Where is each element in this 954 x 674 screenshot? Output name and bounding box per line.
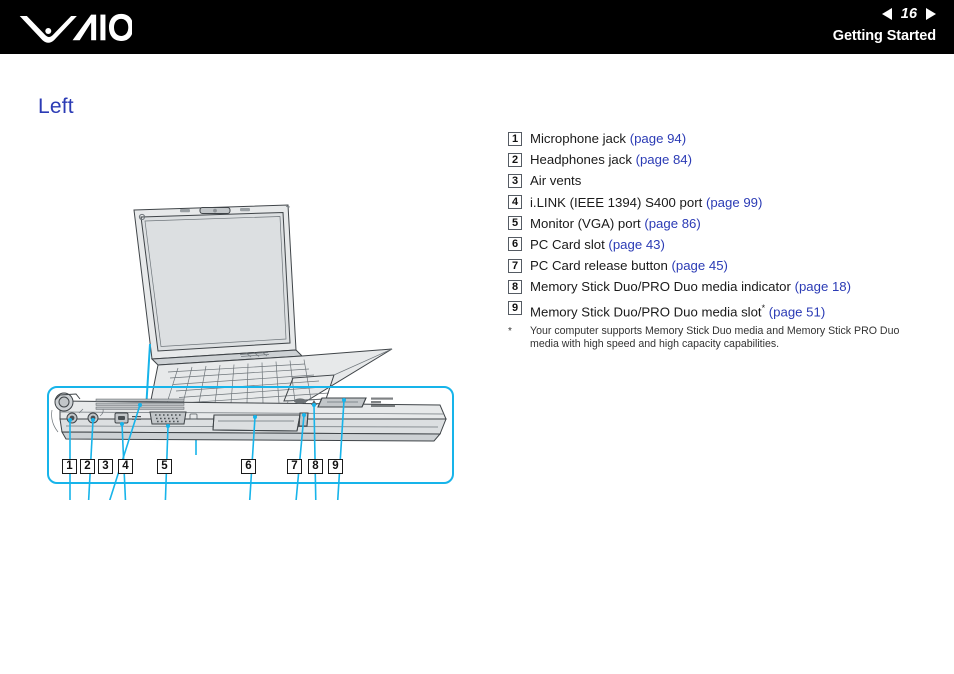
triangle-left-icon[interactable] <box>882 8 892 20</box>
legend-label: Microphone jack (page 94) <box>530 131 686 146</box>
memory-stick-logo <box>371 397 395 407</box>
legend-row: 8 Memory Stick Duo/PRO Duo media indicato… <box>508 279 928 294</box>
callout-7: 7 <box>287 459 302 474</box>
callout-8: 8 <box>308 459 323 474</box>
footnote-reference-mark: * <box>761 302 766 313</box>
legend-number-badge: 2 <box>508 152 522 167</box>
page-reference-link[interactable]: (page 51) <box>769 304 825 319</box>
footnote-text: Your computer supports Memory Stick Duo … <box>530 325 900 350</box>
page-reference-link[interactable]: (page 86) <box>644 216 700 231</box>
callout-6: 6 <box>241 459 256 474</box>
vaio-logo <box>19 13 132 43</box>
legend-label: Memory Stick Duo/PRO Duo media slot* (pa… <box>530 301 825 319</box>
legend-row: 1 Microphone jack (page 94) <box>508 131 928 146</box>
triangle-right-icon[interactable] <box>926 8 936 20</box>
port-legend-list: 1 Microphone jack (page 94) 2 Headphones ja… <box>508 131 928 325</box>
callout-4: 4 <box>118 459 133 474</box>
legend-row: 4 i.LINK (IEEE 1394) S400 port (page 99) <box>508 195 928 210</box>
page-reference-link[interactable]: (page 84) <box>636 152 692 167</box>
legend-label-text: PC Card release button <box>530 258 672 274</box>
page-reference-link[interactable]: (page 45) <box>671 258 727 273</box>
callout-1: 1 <box>62 459 77 474</box>
laptop-lid <box>133 204 297 360</box>
legend-label-text: Memory Stick Duo/PRO Duo media slot <box>530 303 762 319</box>
legend-row: 3 Air vents <box>508 173 928 188</box>
page-navigation: 16 Getting Started <box>833 5 936 44</box>
callout-3: 3 <box>98 459 113 474</box>
legend-row: 6 PC Card slot (page 43) <box>508 237 928 252</box>
legend-row: 9 Memory Stick Duo/PRO Duo media slot* (p… <box>508 301 928 319</box>
legend-row: 2 Headphones jack (page 84) <box>508 152 928 167</box>
legend-label: Memory Stick Duo/PRO Duo media indicator… <box>530 279 851 294</box>
legend-label: i.LINK (IEEE 1394) S400 port (page 99) <box>530 195 762 210</box>
page-reference-link[interactable]: (page 94) <box>630 131 686 146</box>
legend-number-badge: 6 <box>508 237 522 252</box>
section-title: Getting Started <box>832 28 936 44</box>
legend-label: Air vents <box>530 173 581 188</box>
page-header: 16 Getting Started <box>0 0 954 54</box>
legend-number-badge: 9 <box>508 301 522 315</box>
legend-number-badge: 4 <box>508 195 522 210</box>
legend-label-text: Headphones jack <box>530 152 636 168</box>
callout-5: 5 <box>157 459 172 474</box>
footnote-marker: * <box>508 326 512 337</box>
legend-label-text: i.LINK (IEEE 1394) S400 port <box>530 194 706 210</box>
legend-row: 7 PC Card release button (page 45) <box>508 258 928 273</box>
page-reference-link[interactable]: (page 43) <box>608 237 664 252</box>
legend-number-badge: 5 <box>508 216 522 231</box>
legend-label-text: Air vents <box>530 173 582 189</box>
page-reference-link[interactable]: (page 18) <box>795 279 851 294</box>
page-reference-link[interactable]: (page 99) <box>706 195 762 210</box>
callout-9: 9 <box>328 459 343 474</box>
legend-number-badge: 8 <box>508 279 522 294</box>
legend-label-text: Microphone jack <box>530 131 630 146</box>
footnote: * Your computer supports Memory Stick Du… <box>508 325 918 351</box>
memory-stick-slot <box>317 397 367 408</box>
legend-label: Monitor (VGA) port (page 86) <box>530 216 701 231</box>
left-side-figure: 1 2 3 4 5 6 7 8 9 <box>0 60 500 500</box>
legend-label: PC Card release button (page 45) <box>530 258 728 273</box>
legend-label-text: Memory Stick Duo/PRO Duo media indicator <box>530 279 795 295</box>
laptop-illustration <box>47 204 454 500</box>
legend-label: PC Card slot (page 43) <box>530 237 665 252</box>
legend-label-text: PC Card slot <box>530 236 609 252</box>
current-page-number: 16 <box>900 6 918 22</box>
legend-number-badge: 7 <box>508 258 522 273</box>
legend-row: 5 Monitor (VGA) port (page 86) <box>508 216 928 231</box>
legend-label: Headphones jack (page 84) <box>530 152 692 167</box>
callout-2: 2 <box>80 459 95 474</box>
legend-number-badge: 1 <box>508 131 522 146</box>
legend-label-text: Monitor (VGA) port <box>530 215 645 231</box>
legend-number-badge: 3 <box>508 173 522 188</box>
